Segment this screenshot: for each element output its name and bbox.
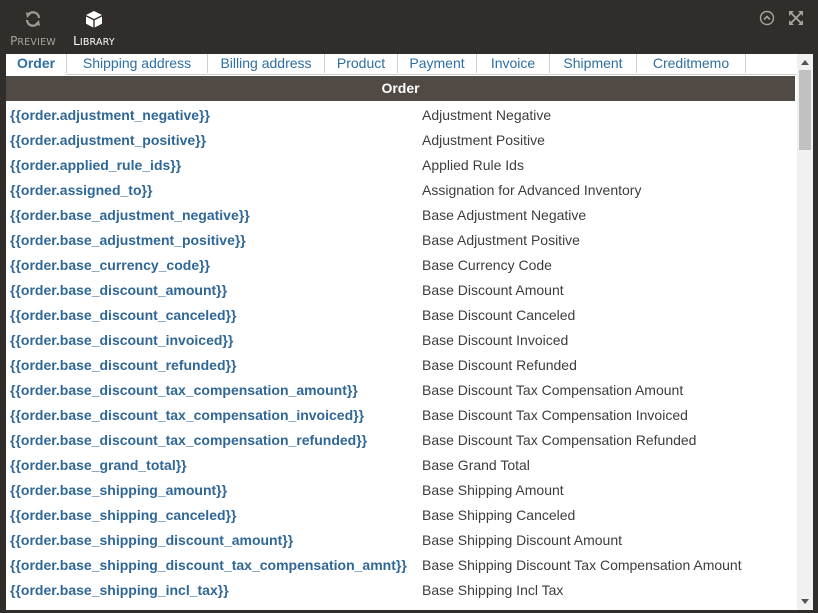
variable-row[interactable]: {{order.base_shipping_canceled}} Base Shi… (6, 503, 795, 528)
preview-label: PREVIEW (10, 34, 56, 48)
variable-code[interactable]: {{order.base_discount_tax_compensation_r… (10, 428, 367, 453)
variable-code[interactable]: {{order.base_currency_code}} (10, 253, 210, 278)
scrollbar[interactable] (797, 54, 813, 610)
variable-description: Base Adjustment Positive (422, 232, 580, 248)
tab-billing-address[interactable]: Billing address (208, 54, 325, 73)
variable-description: Base Discount Canceled (422, 307, 576, 323)
preview-button[interactable]: PREVIEW (8, 6, 58, 50)
tab-order[interactable]: Order (6, 54, 67, 75)
variable-code[interactable]: {{order.base_discount_refunded}} (10, 353, 236, 378)
variable-row[interactable]: {{order.base_shipping_discount_tax_compe… (6, 553, 795, 578)
tab-product[interactable]: Product (325, 54, 398, 73)
variable-code[interactable]: {{order.base_shipping_discount_tax_compe… (10, 553, 407, 578)
fullscreen-icon[interactable] (788, 10, 804, 26)
variable-row[interactable]: {{order.base_shipping_incl_tax}} Base Shi… (6, 578, 795, 603)
variable-code[interactable]: {{order.base_shipping_canceled}} (10, 503, 236, 528)
variable-description: Base Shipping Discount Tax Compensation … (422, 557, 742, 573)
variable-row[interactable]: {{order.adjustment_positive}} Adjustment … (6, 128, 795, 153)
variable-description: Base Shipping Incl Tax (422, 582, 564, 598)
variable-description: Base Discount Amount (422, 282, 564, 298)
variable-row[interactable]: {{order.base_discount_tax_compensation_r… (6, 428, 795, 453)
variable-code[interactable]: {{order.base_discount_invoiced}} (10, 328, 233, 353)
cube-icon (70, 6, 118, 32)
variable-row[interactable]: {{order.applied_rule_ids}} Applied Rule I… (6, 153, 795, 178)
variable-code[interactable]: {{order.base_discount_amount}} (10, 278, 227, 303)
variable-description: Adjustment Positive (422, 132, 545, 148)
tab-invoice[interactable]: Invoice (477, 54, 550, 73)
scroll-down-icon[interactable] (801, 599, 809, 604)
variable-code[interactable]: {{order.assigned_to}} (10, 178, 152, 203)
variable-description: Adjustment Negative (422, 107, 552, 123)
variable-code[interactable]: {{order.base_discount_tax_compensation_i… (10, 403, 364, 428)
variable-description: Applied Rule Ids (422, 157, 524, 173)
variable-row[interactable]: {{order.base_discount_tax_compensation_a… (6, 378, 795, 403)
variable-description: Base Shipping Discount Amount (422, 532, 623, 548)
variable-code[interactable]: {{order.adjustment_negative}} (10, 103, 210, 128)
variable-code[interactable]: {{order.applied_rule_ids}} (10, 153, 181, 178)
variable-code[interactable]: {{order.base_shipping_incl_tax}} (10, 578, 229, 603)
variable-code[interactable]: {{order.base_discount_canceled}} (10, 303, 236, 328)
variable-description: Base Adjustment Negative (422, 207, 587, 223)
variable-tabs: Order Shipping address Billing address P… (6, 54, 796, 75)
variable-code[interactable]: {{order.base_adjustment_negative}} (10, 203, 250, 228)
variable-row[interactable]: {{order.base_discount_amount}} Base Disco… (6, 278, 795, 303)
variable-row[interactable]: {{order.assigned_to}} Assignation for Adv… (6, 178, 795, 203)
variable-code[interactable]: {{order.adjustment_positive}} (10, 128, 206, 153)
variable-description: Base Currency Code (422, 257, 552, 273)
tab-shipping-address[interactable]: Shipping address (67, 54, 208, 73)
variable-row[interactable]: {{order.base_shipping_discount_amount}} B… (6, 528, 795, 553)
variable-row[interactable]: {{order.base_currency_code}} Base Currenc… (6, 253, 795, 278)
variable-code[interactable]: {{order.base_grand_total}} (10, 453, 187, 478)
variable-description: Base Discount Tax Compensation Refunded (422, 432, 697, 448)
variable-description: Base Discount Invoiced (422, 332, 569, 348)
variable-description: Base Discount Tax Compensation Amount (422, 382, 684, 398)
scroll-up-icon[interactable] (801, 60, 809, 65)
variable-description: Base Grand Total (422, 457, 530, 473)
variable-code[interactable]: {{order.base_discount_tax_compensation_a… (10, 378, 358, 403)
variable-row[interactable]: {{order.base_shipping_amount}} Base Shipp… (6, 478, 795, 503)
variable-row[interactable]: {{order.base_grand_total}} Base Grand Tot… (6, 453, 795, 478)
scrollbar-thumb[interactable] (799, 70, 811, 150)
collapse-up-icon[interactable] (759, 10, 775, 26)
section-header: Order (6, 76, 795, 101)
toolbar: PREVIEW LIBRARY (0, 0, 818, 54)
variable-row[interactable]: {{order.base_discount_invoiced}} Base Dis… (6, 328, 795, 353)
variable-code[interactable]: {{order.base_adjustment_positive}} (10, 228, 246, 253)
variables-panel: Order Shipping address Billing address P… (6, 54, 813, 610)
variable-description: Base Discount Tax Compensation Invoiced (422, 407, 688, 423)
tab-payment[interactable]: Payment (398, 54, 477, 73)
refresh-icon (8, 6, 58, 32)
variable-row[interactable]: {{order.base_adjustment_negative}} Base A… (6, 203, 795, 228)
variable-description: Base Shipping Canceled (422, 507, 576, 523)
variable-row[interactable]: {{order.base_discount_refunded}} Base Dis… (6, 353, 795, 378)
variable-description: Assignation for Advanced Inventory (422, 182, 642, 198)
library-label: LIBRARY (73, 34, 115, 48)
variable-row[interactable]: {{order.adjustment_negative}} Adjustment … (6, 103, 795, 128)
variable-code[interactable]: {{order.base_shipping_discount_amount}} (10, 528, 293, 553)
variable-row[interactable]: {{order.base_discount_canceled}} Base Dis… (6, 303, 795, 328)
variable-description: Base Discount Refunded (422, 357, 577, 373)
tab-creditmemo[interactable]: Creditmemo (637, 54, 746, 73)
variable-row[interactable]: {{order.base_adjustment_positive}} Base A… (6, 228, 795, 253)
variable-list: {{order.adjustment_negative}} Adjustment … (6, 103, 795, 603)
library-button[interactable]: LIBRARY (70, 6, 118, 50)
variable-code[interactable]: {{order.base_shipping_amount}} (10, 478, 227, 503)
tab-shipment[interactable]: Shipment (550, 54, 637, 73)
variable-row[interactable]: {{order.base_discount_tax_compensation_i… (6, 403, 795, 428)
variable-description: Base Shipping Amount (422, 482, 564, 498)
